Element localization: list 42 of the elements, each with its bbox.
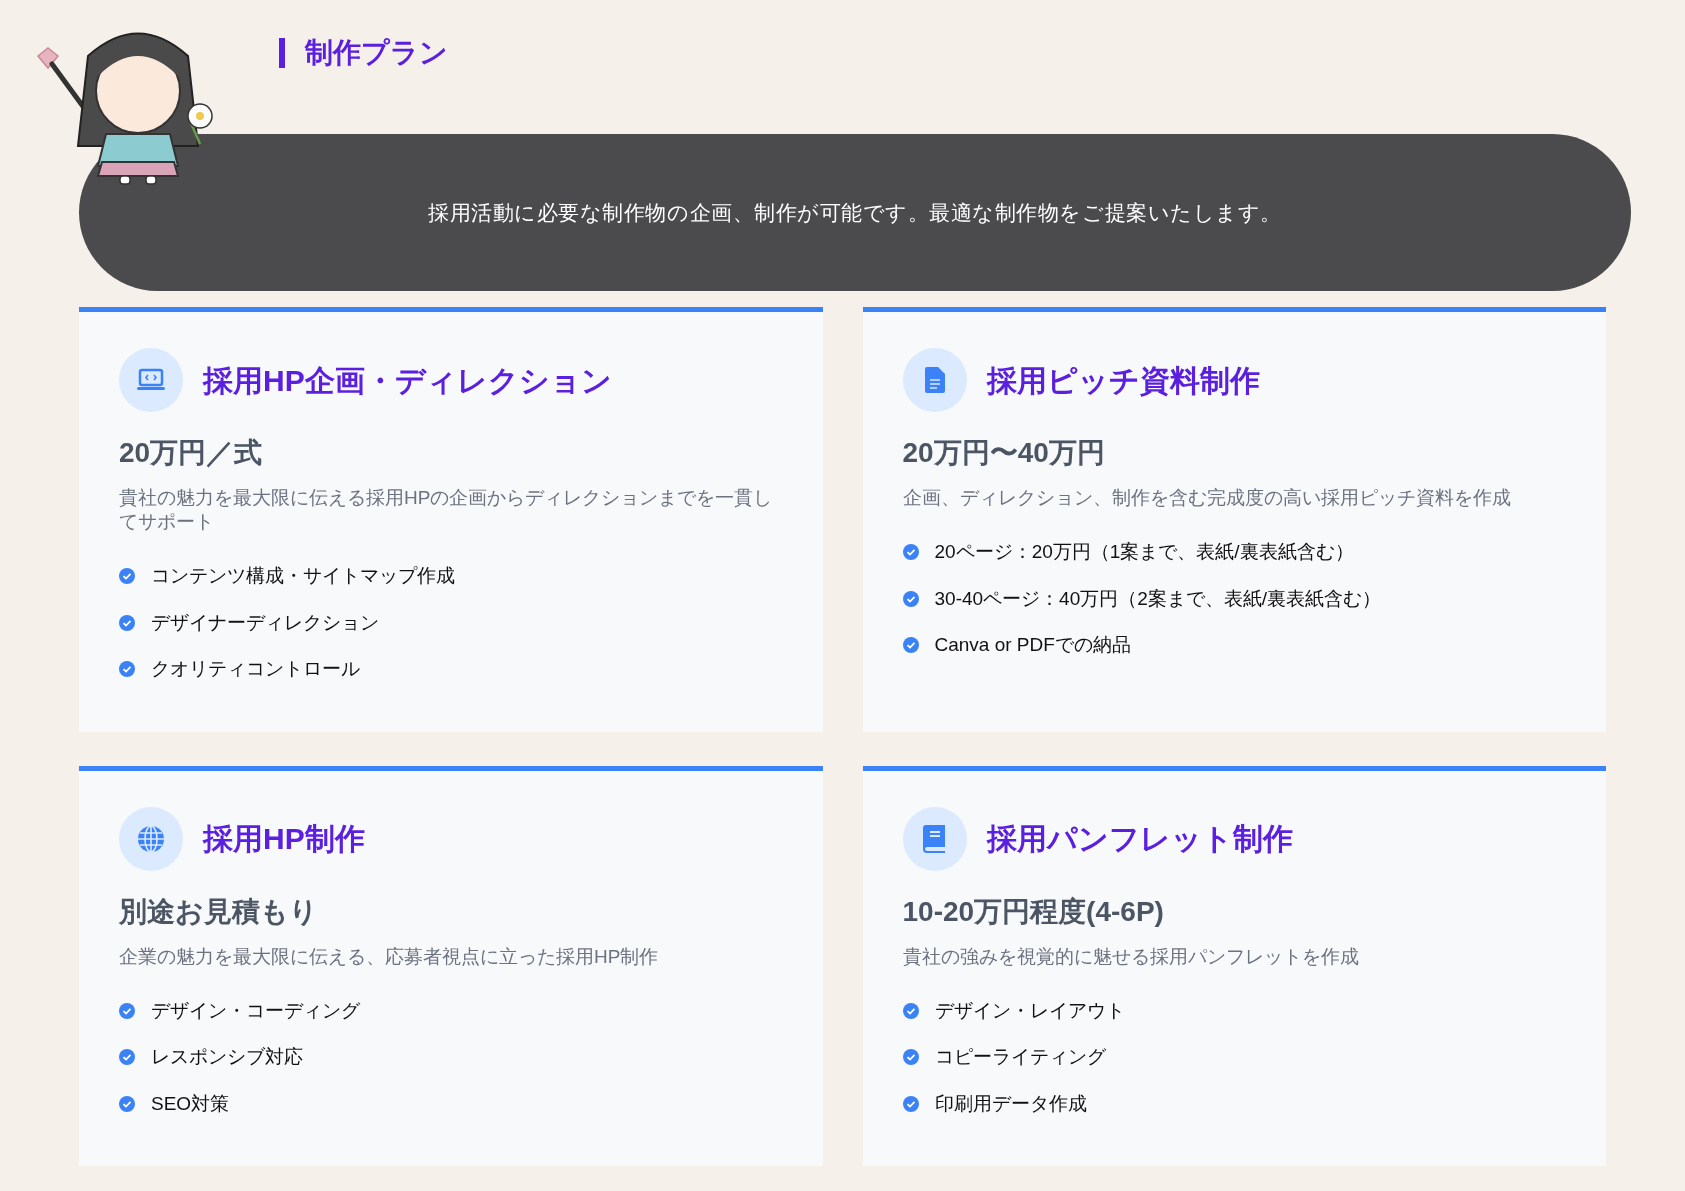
check-badge-icon <box>902 544 919 561</box>
plan-description: 企画、ディレクション、制作を含む完成度の高い採用ピッチ資料を作成 <box>902 486 1512 510</box>
plan-price: 10-20万円程度(4-6P) <box>902 894 1165 929</box>
plan-price: 別途お見積もり <box>119 894 319 929</box>
check-badge-icon <box>119 1049 135 1066</box>
plan-price: 20万円／式 <box>119 436 264 470</box>
book-icon <box>922 824 947 853</box>
section-heading: 制作プラン <box>279 38 448 68</box>
feature-text: コンテンツ構成・サイトマップ作成 <box>151 564 455 588</box>
plan-price: 20万円〜40万円 <box>902 436 1106 470</box>
check-badge-icon <box>119 661 135 678</box>
feature-text: クオリティコントロール <box>151 657 360 681</box>
check-badge-icon <box>119 614 135 631</box>
plan-title: 採用ピッチ資料制作 <box>986 362 1260 399</box>
feature-text: 30-40ページ：40万円（2案まで、表紙/裏表紙含む） <box>934 586 1382 611</box>
check-badge-icon <box>902 1002 919 1019</box>
check-badge-icon <box>902 637 919 654</box>
check-badge-icon <box>119 1095 135 1112</box>
laptop-icon <box>136 368 166 392</box>
feature-text: デザイン・レイアウト <box>934 998 1125 1023</box>
plan-description: 企業の魅力を最大限に伝える、応募者視点に立った採用HP制作 <box>119 944 660 969</box>
globe-icon <box>137 824 165 853</box>
check-badge-icon <box>902 1049 919 1066</box>
feature-text: 印刷用データ作成 <box>934 1091 1087 1116</box>
check-badge-icon <box>119 568 135 585</box>
check-badge-icon <box>902 1095 919 1112</box>
check-badge-icon <box>902 590 919 607</box>
plan-description: 貴社の強みを視覚的に魅せる採用パンフレットを作成 <box>902 944 1360 969</box>
feature-text: 20ページ：20万円（1案まで、表紙/裏表紙含む） <box>934 540 1354 564</box>
feature-text: レスポンシブ対応 <box>151 1045 303 1069</box>
document-icon <box>924 367 945 393</box>
plan-title: 採用HP企画・ディレクション <box>203 362 612 399</box>
feature-text: デザイナーディレクション <box>151 610 379 635</box>
feature-text: デザイン・コーディング <box>151 998 360 1023</box>
intro-text: 採用活動に必要な制作物の企画、制作が可能です。最適な制作物をご提案いたします。 <box>428 199 1282 226</box>
plan-title: 採用パンフレット制作 <box>986 821 1293 857</box>
feature-text: コピーライティング <box>934 1045 1106 1069</box>
feature-text: SEO対策 <box>151 1091 230 1116</box>
plan-description: 貴社の魅力を最大限に伝える採用HPの企画からディレクションまでを一貫してサポート <box>119 486 774 534</box>
check-badge-icon <box>119 1002 135 1019</box>
plan-title: 採用HP制作 <box>203 821 365 857</box>
feature-text: Canva or PDFでの納品 <box>934 633 1131 657</box>
